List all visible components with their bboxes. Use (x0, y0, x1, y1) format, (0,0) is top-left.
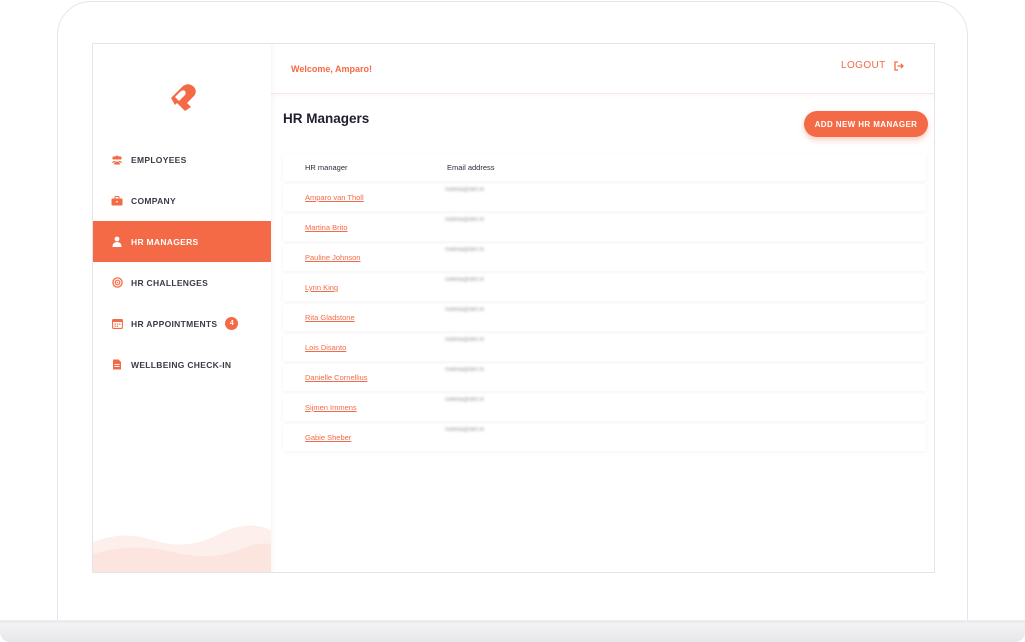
laptop-base-edge (0, 620, 1025, 623)
email-cell: roelina@dirt.nl (445, 217, 484, 223)
email-cell: roelina@dirt.nl (445, 397, 484, 403)
welcome-message: Welcome, Amparo! (291, 64, 373, 74)
sidebar: EMPLOYEES COMPANY HR MANAGERS HR CHALLEN… (93, 44, 271, 572)
hr-manager-name-link[interactable]: Lois Disanto (305, 343, 346, 352)
appointments-count-badge: 4 (225, 317, 239, 330)
sidebar-item-label: HR MANAGERS (131, 236, 199, 247)
user-icon (111, 236, 123, 248)
target-icon (111, 277, 123, 289)
sidebar-item-label: HR APPOINTMENTS (131, 318, 218, 329)
logout-button[interactable]: LOGOUT (841, 60, 904, 71)
hr-manager-name-link[interactable]: Gabie Sheber (305, 433, 351, 442)
email-cell: roelina@dirt.nl (445, 307, 484, 313)
sidebar-item-hr-managers[interactable]: HR MANAGERS (93, 221, 271, 262)
document-icon (111, 359, 123, 371)
sidebar-item-company[interactable]: COMPANY (93, 180, 271, 221)
table-row: Martina Brito roelina@dirt.nl (283, 214, 926, 241)
sidebar-item-label: WELLBEING CHECK-IN (131, 359, 232, 370)
column-header-email: Email address (447, 163, 495, 172)
table-row: Sijmen Immens roelina@dirt.nl (283, 394, 926, 421)
table-row: Danielle Cornellius roelina@dirt.nl (283, 364, 926, 391)
sidebar-item-label: COMPANY (131, 195, 176, 206)
top-bar: Welcome, Amparo! LOGOUT (271, 44, 934, 94)
email-cell: roelina@dirt.nl (445, 427, 484, 433)
hr-managers-table: HR manager Email address Amparo van Thol… (283, 154, 926, 454)
table-row: Rita Gladstone roelina@dirt.nl (283, 304, 926, 331)
table-header: HR manager Email address (283, 154, 926, 181)
table-row: Amparo van Tholl roelina@dirt.nl (283, 184, 926, 211)
hr-manager-name-link[interactable]: Lynn King (305, 283, 338, 292)
hr-manager-name-link[interactable]: Pauline Johnson (305, 253, 360, 262)
table-row: Lynn King roelina@dirt.nl (283, 274, 926, 301)
sidebar-item-wellbeing-check-in[interactable]: WELLBEING CHECK-IN (93, 344, 271, 385)
hr-manager-name-link[interactable]: Martina Brito (305, 223, 348, 232)
sidebar-item-employees[interactable]: EMPLOYEES (93, 139, 271, 180)
laptop-base (0, 620, 1025, 642)
column-header-hr-manager: HR manager (305, 163, 348, 172)
table-row: Gabie Sheber roelina@dirt.nl (283, 424, 926, 451)
email-cell: roelina@dirt.nl (445, 187, 484, 193)
app-logo[interactable] (165, 78, 201, 114)
email-cell: roelina@dirt.nl (445, 277, 484, 283)
sidebar-item-label: HR CHALLENGES (131, 277, 209, 288)
table-body: Amparo van Tholl roelina@dirt.nl Martina… (283, 184, 926, 451)
sidebar-item-label: EMPLOYEES (131, 154, 187, 165)
table-row: Lois Disanto roelina@dirt.nl (283, 334, 926, 361)
email-cell: roelina@dirt.nl (445, 337, 484, 343)
decorative-wave (93, 525, 271, 572)
users-icon (111, 154, 123, 166)
email-cell: roelina@dirt.nl (445, 247, 484, 253)
page-title: HR Managers (283, 111, 370, 126)
add-new-hr-manager-button[interactable]: ADD NEW HR MANAGER (804, 111, 928, 137)
logout-label: LOGOUT (841, 60, 886, 71)
email-cell: roelina@dirt.nl (445, 367, 484, 373)
hr-manager-name-link[interactable]: Sijmen Immens (305, 403, 357, 412)
app-screen: EMPLOYEES COMPANY HR MANAGERS HR CHALLEN… (92, 43, 935, 573)
calendar-icon (111, 318, 123, 330)
logout-icon (893, 60, 904, 71)
sidebar-item-hr-appointments[interactable]: HR APPOINTMENTS 4 (93, 303, 271, 344)
briefcase-icon (111, 195, 123, 207)
table-row: Pauline Johnson roelina@dirt.nl (283, 244, 926, 271)
hr-manager-name-link[interactable]: Amparo van Tholl (305, 193, 364, 202)
hr-manager-name-link[interactable]: Danielle Cornellius (305, 373, 368, 382)
hr-manager-name-link[interactable]: Rita Gladstone (305, 313, 355, 322)
sidebar-item-hr-challenges[interactable]: HR CHALLENGES (93, 262, 271, 303)
